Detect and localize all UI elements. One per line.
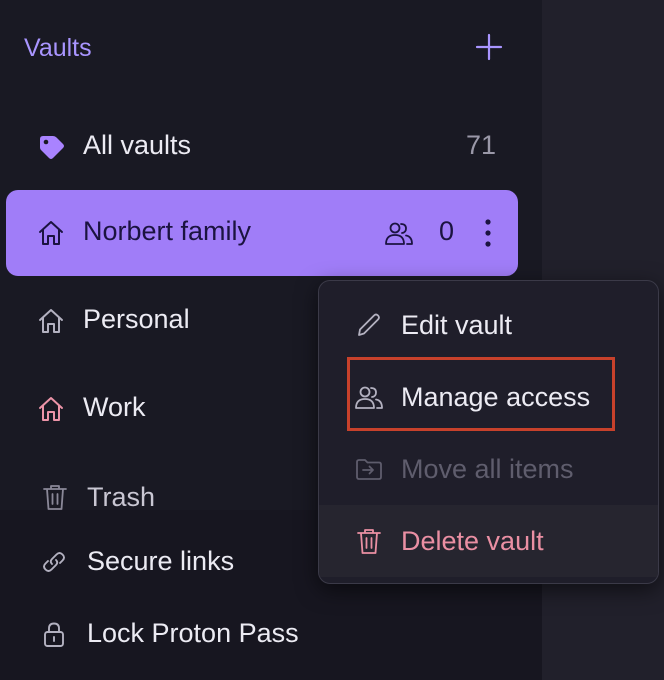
- menu-item-edit-vault[interactable]: Edit vault: [319, 289, 658, 361]
- vault-row-norbert-family[interactable]: Norbert family 0: [6, 190, 518, 276]
- vaults-header: Vaults: [24, 28, 504, 68]
- more-options-icon[interactable]: [476, 216, 500, 250]
- trash-icon: [357, 529, 381, 554]
- vaults-title: Vaults: [24, 34, 92, 62]
- trash-label: Trash: [87, 482, 156, 512]
- menu-item-label: Manage access: [401, 382, 591, 412]
- vault-label: Norbert family: [83, 216, 252, 246]
- menu-item-label: Delete vault: [401, 526, 544, 556]
- lock-proton-pass-item[interactable]: Lock Proton Pass: [40, 610, 440, 660]
- plus-icon[interactable]: [474, 32, 504, 62]
- lock-icon: [44, 622, 64, 647]
- trash-icon: [43, 485, 67, 510]
- menu-item-delete-vault[interactable]: Delete vault: [319, 505, 658, 577]
- menu-item-label: Move all items: [401, 454, 574, 484]
- secure-links-label: Secure links: [87, 546, 235, 576]
- vault-item-count: 0: [438, 216, 454, 246]
- menu-item-move-all-items[interactable]: Move all items: [319, 433, 658, 505]
- home-icon: [39, 397, 63, 421]
- vault-label: All vaults: [83, 130, 192, 160]
- lock-label: Lock Proton Pass: [87, 618, 299, 648]
- menu-item-label: Edit vault: [401, 310, 513, 340]
- vault-row-all-vaults[interactable]: All vaults 71: [6, 104, 518, 190]
- vault-diamond-icon: [40, 136, 64, 159]
- users-icon: [355, 386, 383, 409]
- vault-label: Work: [83, 392, 146, 422]
- link-icon: [43, 552, 65, 572]
- users-icon: [385, 222, 413, 245]
- pencil-icon: [358, 313, 380, 336]
- menu-item-manage-access[interactable]: Manage access: [319, 361, 658, 433]
- vault-context-menu: Edit vault Manage access Move all items …: [318, 280, 659, 584]
- vault-item-count: 71: [465, 130, 496, 160]
- move-icon: [356, 459, 382, 480]
- vault-label: Personal: [83, 304, 190, 334]
- home-icon: [39, 221, 63, 245]
- home-icon: [39, 309, 63, 333]
